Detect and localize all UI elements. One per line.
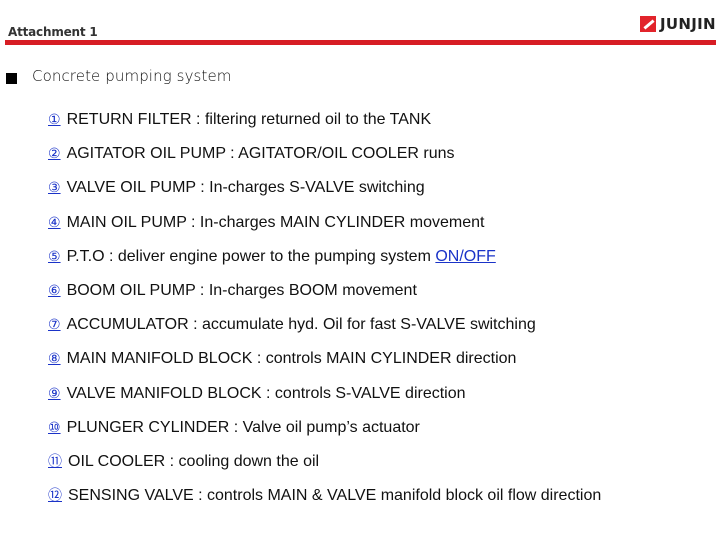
item-text: VALVE OIL PUMP : In-charges S-VALVE swit… [66, 179, 425, 197]
item-number-link[interactable]: ⑪ [48, 453, 62, 469]
attachment-label: Attachment 1 [8, 25, 98, 39]
item-text: AGITATOR OIL PUMP : AGITATOR/OIL COOLER … [66, 145, 455, 163]
header-divider [5, 40, 716, 45]
item-number-link[interactable]: ⑥ [48, 282, 61, 298]
item-text: VALVE MANIFOLD BLOCK : controls S-VALVE … [66, 384, 466, 402]
item-number-link[interactable]: ① [48, 111, 61, 127]
item-text: MAIN MANIFOLD BLOCK : controls MAIN CYLI… [66, 350, 517, 368]
list-item: ③ VALVE OIL PUMP : In-charges S-VALVE swi… [48, 177, 708, 211]
list-item: ⑫ SENSING VALVE : controls MAIN & VALVE m… [44, 485, 638, 519]
list-item: ④ MAIN OIL PUMP : In-charges MAIN CYLINDE… [48, 212, 708, 246]
list-item: ① RETURN FILTER : filtering returned oil … [48, 109, 708, 143]
item-number-link[interactable]: ⑫ [48, 487, 62, 503]
item-text: OIL COOLER : cooling down the oil [68, 452, 320, 470]
on-off-link[interactable]: ON/OFF [435, 248, 495, 265]
item-number-link[interactable]: ⑧ [48, 350, 61, 366]
list-item: ⑩ PLUNGER CYLINDER : Valve oil pump’s act… [48, 417, 708, 451]
item-text: P.T.O : deliver engine power to the pump… [66, 247, 436, 265]
square-bullet-icon [6, 72, 17, 84]
junjin-logo-icon [640, 16, 656, 32]
list-item: ② AGITATOR OIL PUMP : AGITATOR/OIL COOLER… [48, 143, 708, 177]
list-item: ⑤ P.T.O : deliver engine power to the pum… [48, 246, 708, 280]
item-text: SENSING VALVE : controls MAIN & VALVE ma… [68, 487, 602, 505]
item-text: ACCUMULATOR : accumulate hyd. Oil for fa… [66, 316, 536, 334]
item-text: RETURN FILTER : filtering returned oil t… [66, 111, 432, 128]
item-number-link[interactable]: ③ [48, 179, 61, 195]
list-item: ⑥ BOOM OIL PUMP : In-charges BOOM movemen… [48, 280, 708, 314]
item-number-link[interactable]: ④ [48, 214, 61, 230]
list-item: ⑧ MAIN MANIFOLD BLOCK : controls MAIN CYL… [48, 348, 708, 382]
item-number-link[interactable]: ⑤ [48, 248, 61, 264]
junjin-logo: JUNJIN [640, 15, 716, 33]
section-heading: Concrete pumping system [6, 67, 231, 85]
list-item: ⑨ VALVE MANIFOLD BLOCK : controls S-VALVE… [48, 383, 708, 417]
item-text: PLUNGER CYLINDER : Valve oil pump’s actu… [66, 418, 420, 436]
item-number-link[interactable]: ⑨ [48, 385, 61, 401]
component-list: ① RETURN FILTER : filtering returned oil … [48, 109, 708, 519]
list-item: ⑦ ACCUMULATOR : accumulate hyd. Oil for f… [48, 314, 708, 348]
section-title: Concrete pumping system [32, 67, 232, 85]
item-text: BOOM OIL PUMP : In-charges BOOM movement [66, 281, 417, 299]
item-number-link[interactable]: ⑦ [48, 316, 61, 332]
brand-name: JUNJIN [660, 15, 716, 33]
list-item: ⑪ OIL COOLER : cooling down the oil [48, 451, 708, 485]
item-number-link[interactable]: ⑩ [48, 419, 61, 435]
item-number-link[interactable]: ② [48, 145, 61, 161]
item-text: MAIN OIL PUMP : In-charges MAIN CYLINDER… [66, 213, 485, 231]
